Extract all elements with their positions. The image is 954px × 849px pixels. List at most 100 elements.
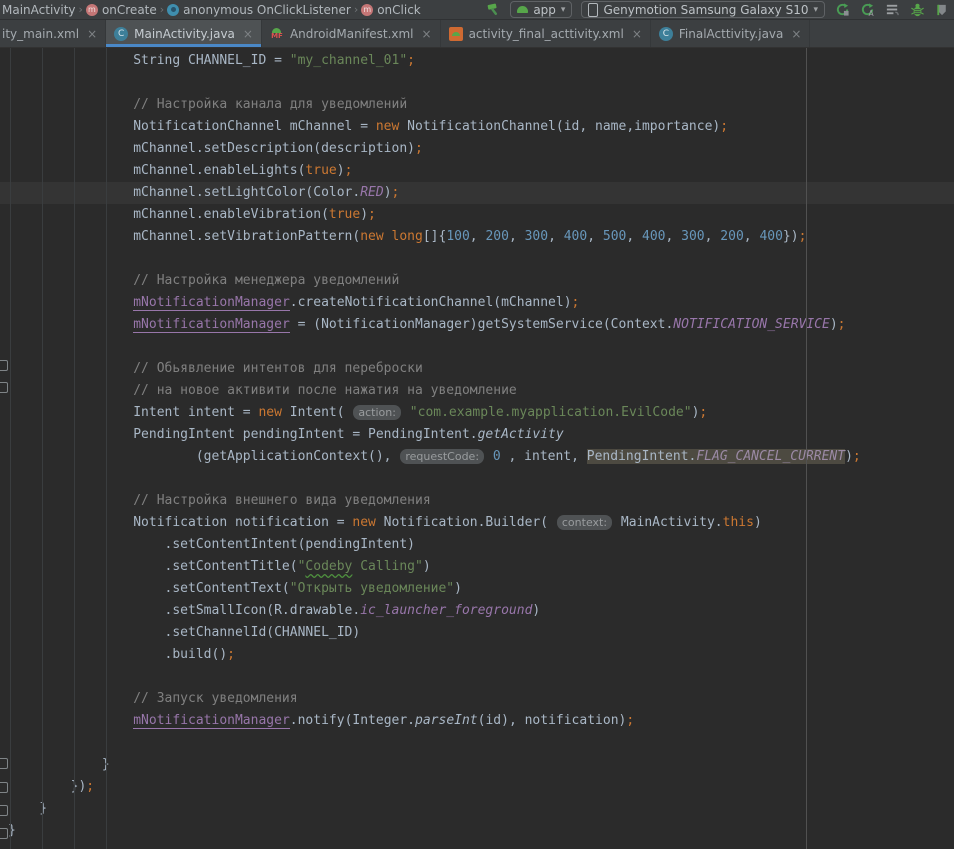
code-token: Calling" bbox=[352, 559, 422, 574]
code-line[interactable]: mNotificationManager = (NotificationMana… bbox=[8, 314, 954, 336]
code-line[interactable]: } bbox=[8, 754, 954, 776]
code-line[interactable]: mChannel.enableLights(true); bbox=[8, 160, 954, 182]
tab-activity-main-xml[interactable]: ity_main.xml × bbox=[0, 20, 106, 47]
code-token: , bbox=[744, 229, 760, 244]
close-icon[interactable]: × bbox=[243, 27, 253, 41]
breadcrumb-oncreate[interactable]: m onCreate bbox=[86, 3, 157, 17]
code-line[interactable] bbox=[8, 336, 954, 358]
code-line[interactable]: // Запуск уведомления bbox=[8, 688, 954, 710]
tab-label: FinalActtivity.java bbox=[679, 27, 783, 41]
code-line[interactable]: .setContentText("Открыть уведомление") bbox=[8, 578, 954, 600]
code-line[interactable]: }); bbox=[8, 776, 954, 798]
attach-debugger-icon[interactable] bbox=[934, 2, 950, 18]
code-line[interactable]: mChannel.setVibrationPattern(new long[]{… bbox=[8, 226, 954, 248]
close-icon[interactable]: × bbox=[87, 27, 97, 41]
code-line[interactable]: // на новое активити после нажатия на ув… bbox=[8, 380, 954, 402]
code-token: ; bbox=[626, 713, 634, 728]
code-line[interactable]: } bbox=[8, 798, 954, 820]
tab-mainactivity-java[interactable]: C MainActivity.java × bbox=[106, 20, 262, 47]
chevron-down-icon: ▾ bbox=[813, 5, 818, 15]
code-line[interactable]: NotificationChannel mChannel = new Notif… bbox=[8, 116, 954, 138]
code-token: } bbox=[8, 757, 110, 772]
fold-marker[interactable] bbox=[0, 382, 8, 393]
code-line[interactable]: .setContentTitle("Codeby Calling") bbox=[8, 556, 954, 578]
apply-changes-icon[interactable] bbox=[834, 2, 850, 18]
code-line[interactable]: .setContentIntent(pendingIntent) bbox=[8, 534, 954, 556]
code-line[interactable]: mChannel.setLightColor(Color.RED); bbox=[0, 182, 954, 204]
profiler-icon[interactable] bbox=[884, 2, 900, 18]
code-line[interactable]: } bbox=[8, 820, 954, 842]
code-line[interactable] bbox=[8, 666, 954, 688]
code-line[interactable]: PendingIntent pendingIntent = PendingInt… bbox=[8, 424, 954, 446]
code-line[interactable] bbox=[8, 468, 954, 490]
breadcrumb-mainactivity[interactable]: MainActivity bbox=[2, 3, 76, 17]
code-line[interactable]: // Настройка канала для уведомлений bbox=[8, 94, 954, 116]
code-line[interactable]: mNotificationManager.notify(Integer.pars… bbox=[8, 710, 954, 732]
code-token: ) bbox=[360, 207, 368, 222]
code-line[interactable]: mChannel.setDescription(description); bbox=[8, 138, 954, 160]
code-line[interactable]: String CHANNEL_ID = "my_channel_01"; bbox=[8, 50, 954, 72]
code-token: .setChannelId(CHANNEL_ID) bbox=[8, 625, 360, 640]
code-token bbox=[384, 229, 392, 244]
breadcrumb-anonymous-onclicklistener[interactable]: anonymous OnClickListener bbox=[167, 3, 351, 17]
code-token: (getApplicationContext(), bbox=[8, 449, 399, 464]
code-token: PendingIntent pendingIntent = PendingInt… bbox=[8, 427, 478, 442]
run-configuration-dropdown[interactable]: app ▾ bbox=[510, 1, 572, 18]
tab-androidmanifest-xml[interactable]: MF AndroidManifest.xml × bbox=[262, 20, 441, 47]
code-line[interactable] bbox=[8, 72, 954, 94]
code-token: } bbox=[8, 823, 16, 838]
code-token: this bbox=[723, 515, 754, 530]
code-token: "Открыть уведомление" bbox=[290, 581, 454, 596]
code-token: }) bbox=[783, 229, 799, 244]
code-token: ) bbox=[845, 449, 853, 464]
code-token: , bbox=[666, 229, 682, 244]
code-token: , intent, bbox=[501, 449, 587, 464]
fold-marker[interactable] bbox=[0, 828, 8, 839]
code-line[interactable]: mChannel.enableVibration(true); bbox=[8, 204, 954, 226]
code-token: mNotificationManager bbox=[133, 713, 290, 729]
code-token: 0 bbox=[493, 449, 501, 464]
code-line[interactable]: // Обьявление интентов для переброски bbox=[8, 358, 954, 380]
editor[interactable]: String CHANNEL_ID = "my_channel_01"; // … bbox=[0, 48, 954, 849]
code-token: NOTIFICATION_SERVICE bbox=[673, 317, 830, 332]
code-line[interactable]: Notification notification = new Notifica… bbox=[8, 512, 954, 534]
fold-marker[interactable] bbox=[0, 360, 8, 371]
code-line[interactable] bbox=[8, 248, 954, 270]
code-line[interactable]: // Настройка внешнего вида уведомления bbox=[8, 490, 954, 512]
fold-marker[interactable] bbox=[0, 758, 8, 769]
close-icon[interactable]: × bbox=[791, 27, 801, 41]
code-token: // Настройка внешнего вида уведомления bbox=[8, 493, 431, 508]
tab-finalacttivity-java[interactable]: C FinalActtivity.java × bbox=[651, 20, 811, 47]
code-token: ; bbox=[799, 229, 807, 244]
code-token: ; bbox=[368, 207, 376, 222]
code-token: mNotificationManager bbox=[133, 317, 290, 333]
code-line[interactable]: // Настройка менеджера уведомлений bbox=[8, 270, 954, 292]
code-line[interactable]: .setChannelId(CHANNEL_ID) bbox=[8, 622, 954, 644]
tab-label: activity_final_acttivity.xml bbox=[469, 27, 624, 41]
code-token: , bbox=[470, 229, 486, 244]
method-icon: m bbox=[86, 4, 98, 16]
breadcrumb-onclick[interactable]: m onClick bbox=[361, 3, 421, 17]
close-icon[interactable]: × bbox=[422, 27, 432, 41]
code-token: ; bbox=[838, 317, 846, 332]
code-line[interactable]: Intent intent = new Intent( action: "com… bbox=[8, 402, 954, 424]
code-line[interactable]: .build(); bbox=[8, 644, 954, 666]
code-line[interactable]: (getApplicationContext(), requestCode: 0… bbox=[8, 446, 954, 468]
close-icon[interactable]: × bbox=[632, 27, 642, 41]
chevron-right-icon: › bbox=[160, 3, 164, 16]
debug-icon[interactable] bbox=[909, 2, 925, 18]
code-line[interactable] bbox=[8, 732, 954, 754]
apply-code-changes-icon[interactable]: A bbox=[859, 2, 875, 18]
tab-label: AndroidManifest.xml bbox=[290, 27, 414, 41]
code-line[interactable]: mNotificationManager.createNotificationC… bbox=[8, 292, 954, 314]
code-line[interactable]: .setSmallIcon(R.drawable.ic_launcher_for… bbox=[8, 600, 954, 622]
tab-activity-final-acttivity-xml[interactable]: activity_final_acttivity.xml × bbox=[441, 20, 651, 47]
device-dropdown[interactable]: Genymotion Samsung Galaxy S10 ▾ bbox=[581, 1, 825, 18]
fold-marker[interactable] bbox=[0, 782, 8, 793]
code-token: mChannel.enableLights( bbox=[8, 163, 305, 178]
code-area[interactable]: String CHANNEL_ID = "my_channel_01"; // … bbox=[0, 48, 954, 849]
code-token: requestCode: bbox=[400, 449, 484, 464]
build-hammer-icon[interactable] bbox=[485, 2, 501, 18]
manifest-icon: MF bbox=[270, 27, 284, 41]
fold-marker[interactable] bbox=[0, 805, 8, 816]
